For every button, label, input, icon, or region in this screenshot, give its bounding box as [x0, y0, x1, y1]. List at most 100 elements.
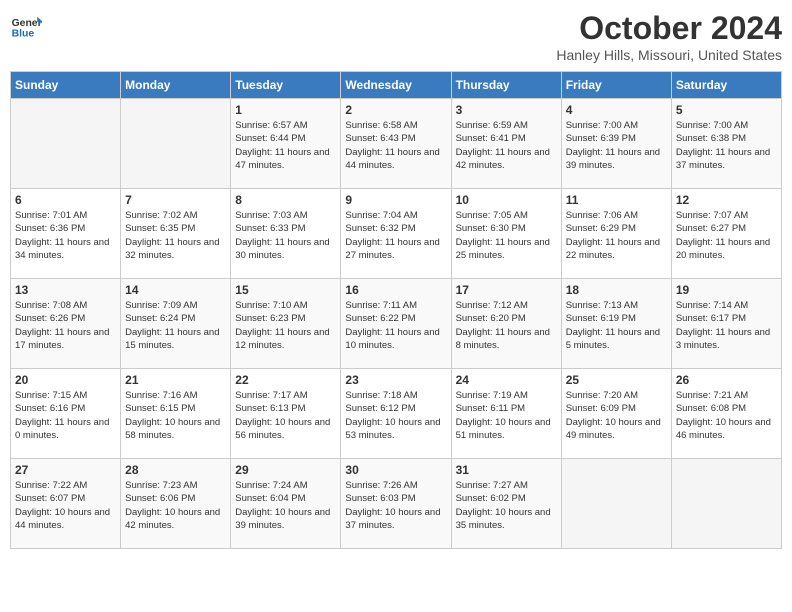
calendar-cell: 10 Sunrise: 7:05 AMSunset: 6:30 PMDayligh…: [451, 189, 561, 279]
header-sunday: Sunday: [11, 72, 121, 99]
calendar-cell: [561, 459, 671, 549]
day-info: Sunrise: 7:09 AMSunset: 6:24 PMDaylight:…: [125, 299, 226, 352]
calendar-cell: 30 Sunrise: 7:26 AMSunset: 6:03 PMDayligh…: [341, 459, 451, 549]
page-title: October 2024: [556, 10, 782, 47]
day-info: Sunrise: 7:11 AMSunset: 6:22 PMDaylight:…: [345, 299, 446, 352]
day-info: Sunrise: 7:02 AMSunset: 6:35 PMDaylight:…: [125, 209, 226, 262]
day-info: Sunrise: 7:05 AMSunset: 6:30 PMDaylight:…: [456, 209, 557, 262]
calendar-cell: 23Sunrise: 7:18 AMSunset: 6:12 PMDayligh…: [341, 369, 451, 459]
day-number: 13: [15, 283, 116, 297]
day-number: 5: [676, 103, 777, 117]
title-block: October 2024 Hanley Hills, Missouri, Uni…: [556, 10, 782, 63]
calendar-cell: 19 Sunrise: 7:14 AMSunset: 6:17 PMDayligh…: [671, 279, 781, 369]
day-number: 31: [456, 463, 557, 477]
day-info: Sunrise: 7:24 AMSunset: 6:04 PMDaylight:…: [235, 479, 336, 532]
calendar-cell: 18 Sunrise: 7:13 AMSunset: 6:19 PMDayligh…: [561, 279, 671, 369]
calendar-cell: 13 Sunrise: 7:08 AMSunset: 6:26 PMDayligh…: [11, 279, 121, 369]
day-number: 10: [456, 193, 557, 207]
svg-text:Blue: Blue: [12, 28, 35, 39]
day-info: Sunrise: 7:04 AMSunset: 6:32 PMDaylight:…: [345, 209, 446, 262]
day-info: Sunrise: 7:14 AMSunset: 6:17 PMDaylight:…: [676, 299, 777, 352]
day-info: Sunrise: 7:23 AMSunset: 6:06 PMDaylight:…: [125, 479, 226, 532]
day-info: Sunrise: 7:01 AMSunset: 6:36 PMDaylight:…: [15, 209, 116, 262]
day-info: Sunrise: 7:00 AMSunset: 6:39 PMDaylight:…: [566, 119, 667, 172]
calendar-cell: 22 Sunrise: 7:17 AMSunset: 6:13 PMDayligh…: [231, 369, 341, 459]
day-info: Sunrise: 7:10 AMSunset: 6:23 PMDaylight:…: [235, 299, 336, 352]
calendar-cell: 9 Sunrise: 7:04 AMSunset: 6:32 PMDaylight…: [341, 189, 451, 279]
day-number: 14: [125, 283, 226, 297]
calendar-cell: 28 Sunrise: 7:23 AMSunset: 6:06 PMDayligh…: [121, 459, 231, 549]
header-saturday: Saturday: [671, 72, 781, 99]
day-number: 28: [125, 463, 226, 477]
day-info: Sunrise: 7:17 AMSunset: 6:13 PMDaylight:…: [235, 389, 336, 442]
day-number: 2: [345, 103, 446, 117]
calendar-cell: 2 Sunrise: 6:58 AMSunset: 6:43 PMDaylight…: [341, 99, 451, 189]
day-number: 29: [235, 463, 336, 477]
day-number: 30: [345, 463, 446, 477]
calendar-cell: 16 Sunrise: 7:11 AMSunset: 6:22 PMDayligh…: [341, 279, 451, 369]
calendar-table: Sunday Monday Tuesday Wednesday Thursday…: [10, 71, 782, 549]
day-info: Sunrise: 7:27 AMSunset: 6:02 PMDaylight:…: [456, 479, 557, 532]
day-number: 15: [235, 283, 336, 297]
calendar-cell: 31 Sunrise: 7:27 AMSunset: 6:02 PMDayligh…: [451, 459, 561, 549]
day-number: 11: [566, 193, 667, 207]
day-number: 22: [235, 373, 336, 387]
day-info: Sunrise: 7:15 AMSunset: 6:16 PMDaylight:…: [15, 389, 116, 442]
day-number: 16: [345, 283, 446, 297]
day-info: Sunrise: 6:58 AMSunset: 6:43 PMDaylight:…: [345, 119, 446, 172]
day-number: 3: [456, 103, 557, 117]
day-number: 8: [235, 193, 336, 207]
day-info: Sunrise: 6:59 AMSunset: 6:41 PMDaylight:…: [456, 119, 557, 172]
day-number: 21: [125, 373, 226, 387]
header-friday: Friday: [561, 72, 671, 99]
calendar-cell: 15 Sunrise: 7:10 AMSunset: 6:23 PMDayligh…: [231, 279, 341, 369]
day-number: 1: [235, 103, 336, 117]
calendar-cell: 17 Sunrise: 7:12 AMSunset: 6:20 PMDayligh…: [451, 279, 561, 369]
header-thursday: Thursday: [451, 72, 561, 99]
day-info: Sunrise: 7:12 AMSunset: 6:20 PMDaylight:…: [456, 299, 557, 352]
day-info: Sunrise: 7:20 AMSunset: 6:09 PMDaylight:…: [566, 389, 667, 442]
calendar-cell: [121, 99, 231, 189]
calendar-header: Sunday Monday Tuesday Wednesday Thursday…: [11, 72, 782, 99]
day-info: Sunrise: 7:13 AMSunset: 6:19 PMDaylight:…: [566, 299, 667, 352]
day-info: Sunrise: 7:26 AMSunset: 6:03 PMDaylight:…: [345, 479, 446, 532]
calendar-cell: 11 Sunrise: 7:06 AMSunset: 6:29 PMDayligh…: [561, 189, 671, 279]
calendar-cell: 24 Sunrise: 7:19 AMSunset: 6:11 PMDayligh…: [451, 369, 561, 459]
day-number: 23: [345, 373, 446, 387]
day-number: 26: [676, 373, 777, 387]
calendar-cell: 12Sunrise: 7:07 AMSunset: 6:27 PMDayligh…: [671, 189, 781, 279]
header-tuesday: Tuesday: [231, 72, 341, 99]
day-number: 9: [345, 193, 446, 207]
page-subtitle: Hanley Hills, Missouri, United States: [556, 47, 782, 63]
day-number: 20: [15, 373, 116, 387]
day-number: 18: [566, 283, 667, 297]
day-info: Sunrise: 7:08 AMSunset: 6:26 PMDaylight:…: [15, 299, 116, 352]
day-number: 4: [566, 103, 667, 117]
calendar-body: 1Sunrise: 6:57 AMSunset: 6:44 PMDaylight…: [11, 99, 782, 549]
day-number: 17: [456, 283, 557, 297]
day-number: 19: [676, 283, 777, 297]
day-number: 25: [566, 373, 667, 387]
calendar-cell: 14 Sunrise: 7:09 AMSunset: 6:24 PMDayligh…: [121, 279, 231, 369]
calendar-cell: 21 Sunrise: 7:16 AMSunset: 6:15 PMDayligh…: [121, 369, 231, 459]
day-number: 6: [15, 193, 116, 207]
calendar-cell: 20 Sunrise: 7:15 AMSunset: 6:16 PMDayligh…: [11, 369, 121, 459]
day-info: Sunrise: 7:21 AMSunset: 6:08 PMDaylight:…: [676, 389, 777, 442]
day-info: Sunrise: 7:19 AMSunset: 6:11 PMDaylight:…: [456, 389, 557, 442]
calendar-cell: [671, 459, 781, 549]
day-info: Sunrise: 7:16 AMSunset: 6:15 PMDaylight:…: [125, 389, 226, 442]
calendar-cell: 6 Sunrise: 7:01 AMSunset: 6:36 PMDaylight…: [11, 189, 121, 279]
calendar-cell: 3 Sunrise: 6:59 AMSunset: 6:41 PMDaylight…: [451, 99, 561, 189]
calendar-cell: 5Sunrise: 7:00 AMSunset: 6:38 PMDaylight…: [671, 99, 781, 189]
calendar-cell: 8 Sunrise: 7:03 AMSunset: 6:33 PMDaylight…: [231, 189, 341, 279]
calendar-cell: 26 Sunrise: 7:21 AMSunset: 6:08 PMDayligh…: [671, 369, 781, 459]
day-number: 24: [456, 373, 557, 387]
logo-icon: General Blue: [10, 10, 42, 42]
page-header: General Blue October 2024 Hanley Hills, …: [10, 10, 782, 63]
day-info: Sunrise: 7:03 AMSunset: 6:33 PMDaylight:…: [235, 209, 336, 262]
calendar-cell: 1Sunrise: 6:57 AMSunset: 6:44 PMDaylight…: [231, 99, 341, 189]
calendar-cell: 27Sunrise: 7:22 AMSunset: 6:07 PMDayligh…: [11, 459, 121, 549]
calendar-cell: [11, 99, 121, 189]
logo: General Blue: [10, 10, 42, 42]
day-info: Sunrise: 7:06 AMSunset: 6:29 PMDaylight:…: [566, 209, 667, 262]
